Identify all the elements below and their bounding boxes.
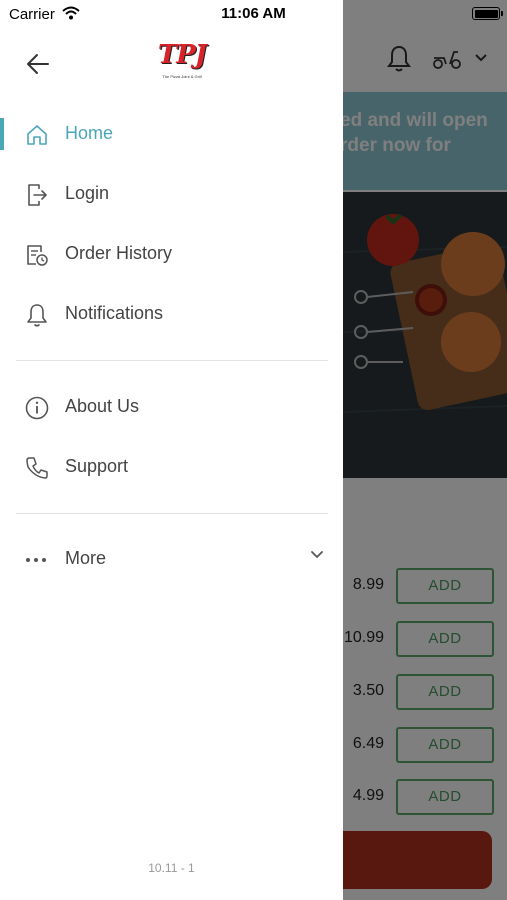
logo-subtitle: The Pizza Joint & Grill [162, 74, 202, 79]
drawer-item-about-us[interactable]: About Us [0, 382, 343, 432]
info-icon [25, 396, 49, 420]
drawer-item-support[interactable]: Support [0, 442, 343, 492]
arrow-left-icon[interactable] [24, 50, 52, 78]
logo-text: TPJ [157, 40, 207, 70]
app-version: 10.11 - 1 [148, 861, 195, 875]
battery-nub [501, 11, 503, 16]
drawer-item-label: About Us [65, 396, 140, 416]
drawer-item-label: More [65, 548, 107, 568]
drawer-item-login[interactable]: Login [0, 169, 343, 219]
drawer-item-more[interactable]: More [0, 534, 343, 584]
side-drawer: TPJ The Pizza Joint & Grill Home Login O… [0, 0, 343, 900]
clock: 11:06 AM [221, 5, 286, 22]
chevron-down-icon [311, 551, 323, 558]
drawer-item-label: Login [65, 183, 110, 203]
brand-logo: TPJ The Pizza Joint & Grill [152, 40, 212, 84]
battery-icon [472, 7, 500, 20]
drawer-item-home[interactable]: Home [0, 109, 343, 159]
home-icon [27, 125, 47, 145]
bell-icon [27, 304, 47, 327]
drawer-item-label: Notifications [65, 303, 164, 323]
login-icon [28, 184, 47, 206]
order-history-icon [27, 245, 48, 266]
divider [16, 513, 328, 514]
drawer-item-notifications[interactable]: Notifications [0, 289, 343, 339]
drawer-item-label: Order History [65, 243, 173, 263]
more-dots-icon [26, 558, 46, 562]
drawer-item-order-history[interactable]: Order History [0, 229, 343, 279]
drawer-item-label: Support [65, 456, 129, 476]
divider [16, 360, 328, 361]
status-bar: Carrier 11:06 AM [0, 0, 507, 30]
phone-icon [26, 457, 48, 479]
drawer-item-label: Home [65, 123, 114, 143]
